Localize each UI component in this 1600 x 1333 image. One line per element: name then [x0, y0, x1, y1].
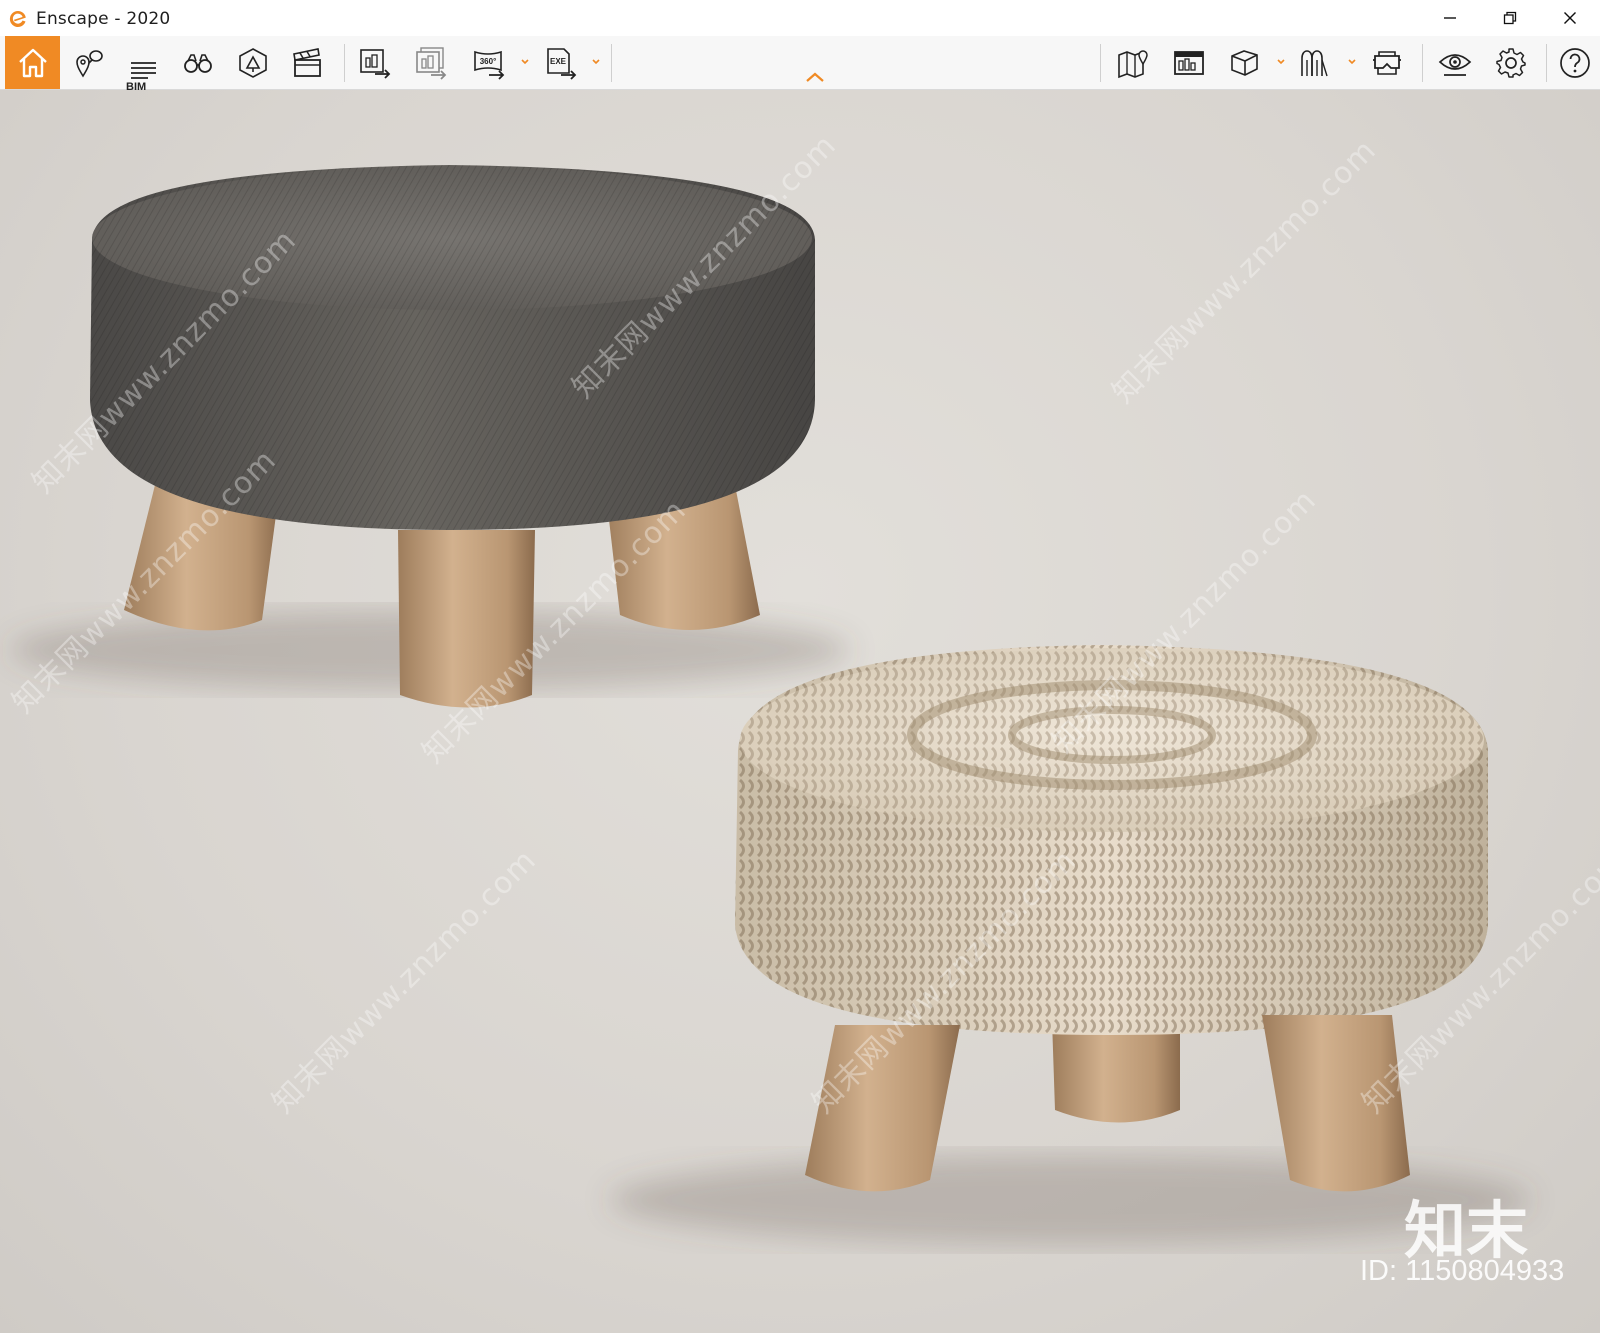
window-title: Enscape - 2020 [36, 9, 171, 29]
minimize-button[interactable] [1420, 0, 1480, 36]
batch-render-button[interactable] [408, 41, 454, 85]
gear-icon [1496, 48, 1526, 78]
panorama-dropdown-chevron-icon[interactable] [519, 56, 531, 68]
close-button[interactable] [1540, 0, 1600, 36]
render-export-icon [360, 49, 391, 79]
restore-icon [1503, 11, 1517, 25]
location-pin-icon [76, 50, 103, 78]
panorama-360-icon: 360° [474, 50, 505, 80]
views-button[interactable] [66, 41, 112, 85]
people-button[interactable] [1292, 41, 1338, 85]
visual-settings-button[interactable] [1432, 41, 1478, 85]
enscape-logo-icon [9, 10, 26, 27]
video-editor-button[interactable] [284, 41, 330, 85]
toolbar-separator [344, 44, 345, 82]
people-dropdown-chevron-icon[interactable] [1346, 56, 1358, 68]
binoculars-button[interactable] [175, 41, 221, 85]
toolbar-separator [1100, 44, 1101, 82]
render-viewport[interactable]: 知末网www.znzmo.com 知末网www.znzmo.com 知末网www… [0, 90, 1600, 1333]
home-icon [18, 48, 47, 77]
vr-headset-icon [1373, 51, 1401, 75]
collapse-toolbar-chevron-icon[interactable] [804, 70, 826, 84]
bim-button[interactable] [120, 41, 166, 85]
people-icon [1301, 50, 1328, 77]
asset-library-button[interactable] [230, 41, 276, 85]
map-button[interactable] [1110, 41, 1156, 85]
help-button[interactable] [1552, 41, 1598, 85]
map-icon [1118, 50, 1148, 79]
cube-button[interactable] [1222, 41, 1268, 85]
panorama-button[interactable]: 360° [466, 41, 512, 85]
help-icon [1560, 48, 1590, 78]
restore-button[interactable] [1480, 0, 1540, 36]
toolbar-separator [1546, 44, 1547, 82]
toolbar-separator [611, 44, 612, 82]
knit-stool-leg [1052, 1020, 1180, 1123]
title-bar: Enscape - 2020 [0, 0, 1600, 37]
exe-dropdown-chevron-icon[interactable] [590, 56, 602, 68]
cube-icon [1231, 50, 1258, 76]
watermark-id: ID: 1150804933 [1360, 1255, 1565, 1287]
minimize-icon [1444, 17, 1456, 19]
toolbar-separator [1422, 44, 1423, 82]
exe-export-button[interactable]: EXE [538, 41, 584, 85]
clapperboard-icon [293, 48, 321, 77]
svg-text:EXE: EXE [550, 57, 567, 66]
binoculars-icon [184, 54, 212, 73]
asset-library-icon [239, 48, 267, 78]
close-icon [1564, 12, 1576, 24]
dashboard-icon [1174, 51, 1204, 75]
vr-headset-button[interactable] [1364, 41, 1410, 85]
svg-text:360°: 360° [480, 57, 497, 66]
eye-icon [1438, 54, 1472, 76]
render-export-button[interactable] [352, 41, 398, 85]
bim-list-icon [131, 62, 156, 79]
exe-export-icon: EXE [547, 48, 577, 80]
home-button[interactable] [5, 36, 60, 89]
settings-button[interactable] [1488, 41, 1534, 85]
batch-render-icon [416, 47, 447, 80]
dashboard-button[interactable] [1166, 41, 1212, 85]
main-toolbar: BIM 360° EXE [0, 36, 1600, 93]
cube-dropdown-chevron-icon[interactable] [1275, 56, 1287, 68]
